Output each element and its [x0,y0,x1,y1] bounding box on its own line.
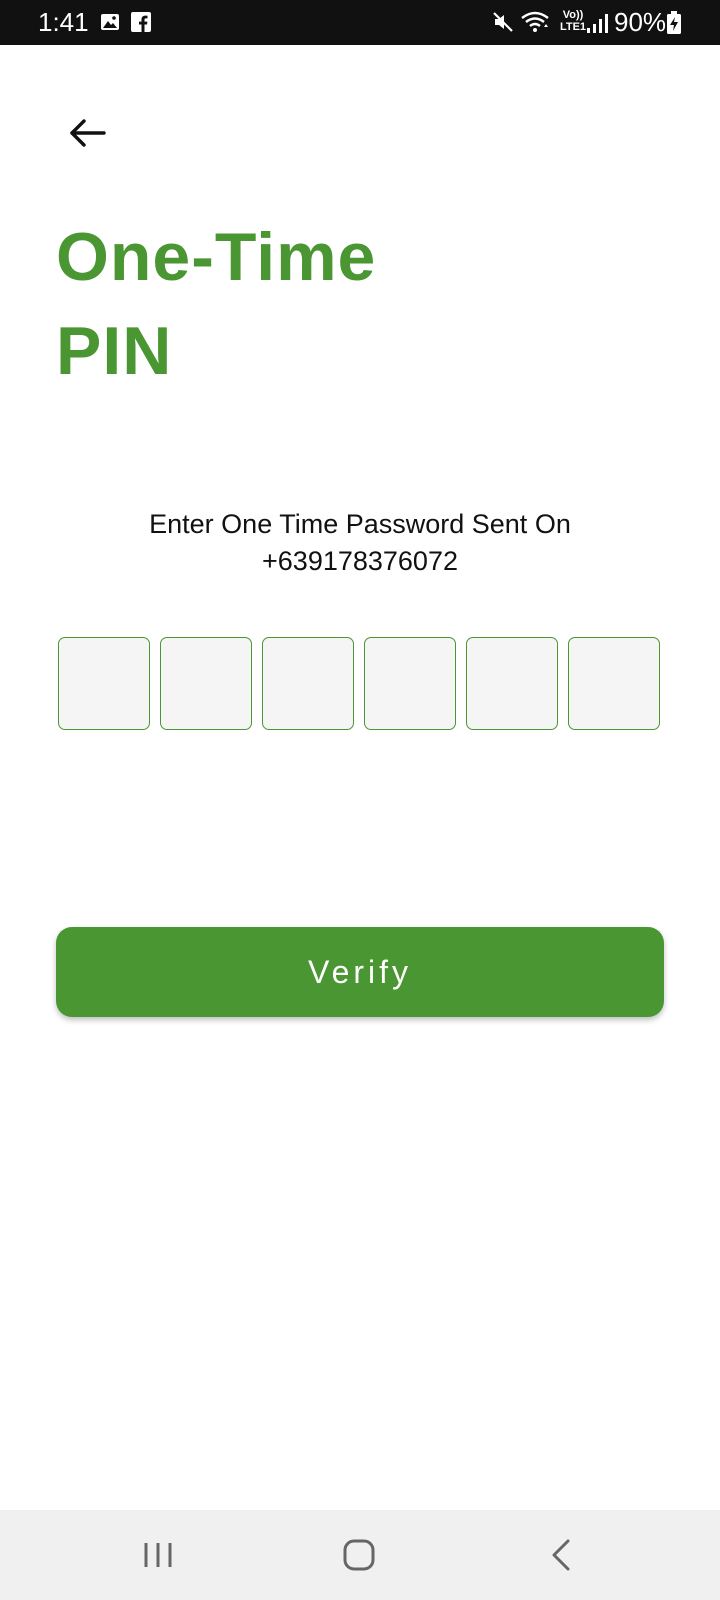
status-bar: 1:41 Vo)) LTE1 90% [0,0,720,45]
status-time: 1:41 [38,7,89,37]
page-title-line-1: One-Time [56,219,377,295]
recent-apps-icon [144,1543,172,1567]
instruction-text: Enter One Time Password Sent On [149,509,571,539]
otp-input-row [58,637,662,730]
wifi-icon [521,11,549,32]
otp-instruction: Enter One Time Password Sent On +6391783… [0,506,720,580]
otp-digit-2[interactable] [160,637,252,730]
otp-screen: 1:41 Vo)) LTE1 90% One-Time PIN Enter On… [0,0,720,1600]
page-title-line-2: PIN [56,313,173,389]
phone-number: +639178376072 [262,546,458,576]
battery-percent: 90% [614,7,667,37]
lte-icon: Vo)) LTE1 [559,9,587,33]
back-icon [552,1539,570,1571]
otp-digit-1[interactable] [58,637,150,730]
mute-icon [493,12,513,32]
home-button[interactable] [330,1530,390,1580]
otp-digit-6[interactable] [568,637,660,730]
verify-button-label: Verify [307,953,413,990]
gallery-icon [101,14,119,30]
otp-digit-4[interactable] [364,637,456,730]
system-nav-bar [0,1510,720,1600]
page-title: One-Time PIN [56,210,376,398]
home-icon [343,1539,375,1571]
signal-icon [587,14,608,33]
otp-digit-3[interactable] [262,637,354,730]
facebook-icon [131,12,151,32]
recent-apps-button[interactable] [128,1530,188,1580]
otp-digit-5[interactable] [466,637,558,730]
back-button[interactable] [60,108,116,158]
verify-button[interactable]: Verify [56,927,664,1017]
battery-charging-icon [667,11,681,34]
arrow-left-icon [70,119,106,147]
nav-back-button[interactable] [532,1530,592,1580]
